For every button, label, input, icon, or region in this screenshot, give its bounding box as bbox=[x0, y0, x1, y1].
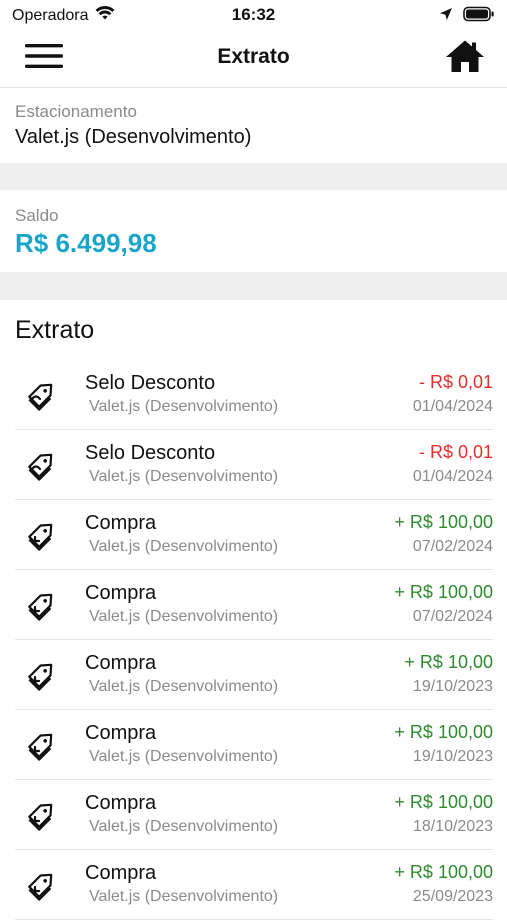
transaction-row[interactable]: Compra Valet.js (Desenvolvimento) + R$ 1… bbox=[15, 570, 493, 640]
section-divider bbox=[0, 163, 507, 190]
transaction-title: Compra bbox=[85, 792, 157, 814]
transaction-amount: + R$ 100,00 bbox=[394, 722, 493, 742]
transaction-row[interactable]: Compra Valet.js (Desenvolvimento) + R$ 1… bbox=[15, 500, 493, 570]
purchase-tag-icon bbox=[23, 655, 61, 693]
transaction-subtitle: Valet.js (Desenvolvimento) bbox=[89, 748, 279, 765]
parking-value: Valet.js (Desenvolvimento) bbox=[15, 126, 252, 148]
transaction-subtitle: Valet.js (Desenvolvimento) bbox=[89, 608, 279, 625]
transaction-subtitle: Valet.js (Desenvolvimento) bbox=[89, 538, 279, 555]
transaction-amount: + R$ 100,00 bbox=[394, 582, 493, 602]
home-button[interactable] bbox=[443, 38, 487, 78]
transaction-date: 01/04/2024 bbox=[412, 468, 493, 485]
transaction-date: 19/10/2023 bbox=[412, 678, 493, 695]
transaction-title: Compra bbox=[85, 652, 157, 674]
parking-section: Estacionamento Valet.js (Desenvolvimento… bbox=[0, 88, 507, 163]
balance-section: Saldo R$ 6.499,98 bbox=[0, 190, 507, 272]
battery-icon bbox=[463, 6, 495, 27]
discount-tag-icon bbox=[23, 375, 61, 413]
transaction-title: Selo Desconto bbox=[85, 372, 216, 394]
transaction-subtitle: Valet.js (Desenvolvimento) bbox=[89, 468, 279, 485]
page-title: Extrato bbox=[217, 45, 290, 68]
transaction-amount: + R$ 100,00 bbox=[394, 512, 493, 532]
statement-section: Extrato Selo Desconto Valet.js (Desenvol… bbox=[0, 300, 507, 920]
transaction-subtitle: Valet.js (Desenvolvimento) bbox=[89, 398, 279, 415]
navigation-bar: Extrato bbox=[0, 30, 507, 88]
transaction-subtitle: Valet.js (Desenvolvimento) bbox=[89, 678, 279, 695]
transaction-row[interactable]: Selo Desconto Valet.js (Desenvolvimento)… bbox=[15, 360, 493, 430]
transaction-row[interactable]: Compra Valet.js (Desenvolvimento) + R$ 1… bbox=[15, 710, 493, 780]
transaction-row[interactable]: Compra Valet.js (Desenvolvimento) + R$ 1… bbox=[15, 850, 493, 920]
transaction-date: 19/10/2023 bbox=[412, 748, 493, 765]
status-right bbox=[439, 6, 495, 27]
transaction-date: 07/02/2024 bbox=[412, 538, 493, 555]
balance-label: Saldo bbox=[15, 206, 59, 225]
purchase-tag-icon bbox=[23, 725, 61, 763]
transaction-title: Compra bbox=[85, 862, 157, 884]
transaction-title: Compra bbox=[85, 722, 157, 744]
transaction-list: Selo Desconto Valet.js (Desenvolvimento)… bbox=[15, 360, 493, 920]
purchase-tag-icon bbox=[23, 515, 61, 553]
location-arrow-icon bbox=[439, 7, 453, 26]
transaction-subtitle: Valet.js (Desenvolvimento) bbox=[89, 888, 279, 905]
transaction-row[interactable]: Compra Valet.js (Desenvolvimento) + R$ 1… bbox=[15, 640, 493, 710]
discount-tag-icon bbox=[23, 445, 61, 483]
purchase-tag-icon bbox=[23, 865, 61, 903]
transaction-amount: + R$ 10,00 bbox=[404, 652, 493, 672]
transaction-date: 01/04/2024 bbox=[412, 398, 493, 415]
transaction-amount: + R$ 100,00 bbox=[394, 862, 493, 882]
purchase-tag-icon bbox=[23, 585, 61, 623]
transaction-title: Compra bbox=[85, 582, 157, 604]
parking-label: Estacionamento bbox=[15, 102, 137, 121]
transaction-amount: - R$ 0,01 bbox=[418, 372, 493, 392]
transaction-subtitle: Valet.js (Desenvolvimento) bbox=[89, 818, 279, 835]
transaction-amount: - R$ 0,01 bbox=[418, 442, 493, 462]
transaction-row[interactable]: Selo Desconto Valet.js (Desenvolvimento)… bbox=[15, 430, 493, 500]
status-time: 16:32 bbox=[231, 5, 276, 24]
purchase-tag-icon bbox=[23, 795, 61, 833]
transaction-row[interactable]: Compra Valet.js (Desenvolvimento) + R$ 1… bbox=[15, 780, 493, 850]
section-divider bbox=[0, 272, 507, 300]
balance-value: R$ 6.499,98 bbox=[15, 228, 157, 258]
transaction-title: Selo Desconto bbox=[85, 442, 216, 464]
status-bar: Operadora 16:32 bbox=[0, 0, 507, 30]
home-icon bbox=[445, 39, 485, 78]
transaction-date: 18/10/2023 bbox=[412, 818, 493, 835]
transaction-title: Compra bbox=[85, 512, 157, 534]
transaction-date: 07/02/2024 bbox=[412, 608, 493, 625]
transaction-date: 25/09/2023 bbox=[412, 888, 493, 905]
transaction-amount: + R$ 100,00 bbox=[394, 792, 493, 812]
statement-heading: Extrato bbox=[15, 316, 95, 344]
